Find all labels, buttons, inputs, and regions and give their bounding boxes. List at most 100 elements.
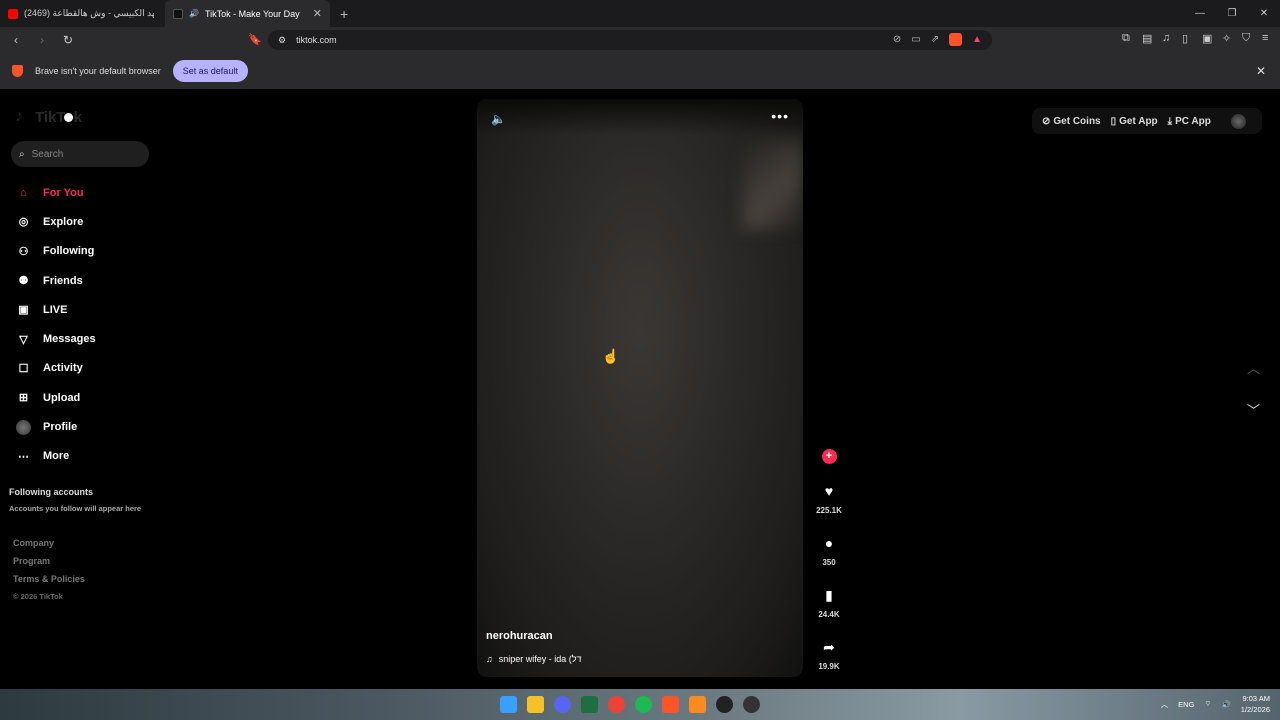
restore-icon[interactable]: ❐ — [1216, 0, 1248, 27]
system-tray: ︿ ENG ⌔ 🔊 9:03 AM 1/2/2026 — [1161, 693, 1270, 715]
sidebar-item-for-you[interactable]: ⌂ For You — [16, 178, 96, 207]
share-count: 19.9K — [818, 662, 840, 671]
topright-bar: ⊘ Get Coins ▯ Get App ⤓ PC App — [1032, 108, 1262, 134]
following-accounts-subtitle: Accounts you follow will appear here — [9, 504, 142, 513]
comment-icon[interactable]: ● — [812, 535, 846, 553]
brave-shield-icon[interactable] — [949, 33, 963, 46]
footer-link-terms[interactable]: Terms & Policies — [13, 574, 85, 592]
menu-icon[interactable]: ≡ — [1262, 32, 1272, 45]
infobar-text: Brave isn't your default browser — [35, 66, 161, 76]
browser-toolbar: ‹ › ↻ 🔖 ⚙ tiktok.com ⊘ ▭ ⇗ ▲ ⧉ ▤ ♫ ▯ ▣ ✧… — [0, 27, 1280, 53]
home-icon: ⌂ — [20, 186, 27, 199]
bookmark-icon[interactable]: 🔖 — [248, 33, 262, 46]
lang-indicator[interactable]: ENG — [1178, 700, 1194, 709]
video-music[interactable]: ♫ sniper wifey - ida (דל — [486, 654, 582, 664]
get-app-button[interactable]: ▯ Get App — [1111, 116, 1158, 127]
footer-link-program[interactable]: Program — [13, 556, 85, 574]
sidebar-item-live[interactable]: ▣ LIVE — [16, 295, 96, 324]
set-default-button[interactable]: Set as default — [172, 60, 248, 82]
sidebar-item-friends[interactable]: ⚉ Friends — [16, 266, 96, 295]
tiktok-logo[interactable]: ♪ TikTok — [15, 108, 82, 126]
app-icon[interactable] — [689, 696, 706, 713]
sidebar-item-label: Following — [43, 245, 95, 258]
clock[interactable]: 9:03 AM 1/2/2026 — [1241, 693, 1270, 715]
sidebar-item-label: For You — [43, 186, 84, 199]
media-off-icon[interactable]: ⊘ — [893, 34, 901, 45]
cast-icon[interactable]: ▭ — [911, 34, 920, 45]
sidebar-icon[interactable]: ▯ — [1182, 32, 1192, 45]
new-tab-button[interactable]: + — [340, 6, 348, 22]
minimize-icon[interactable]: — — [1184, 0, 1216, 27]
sidebar-item-more[interactable]: ⋯ More — [16, 442, 96, 471]
forward-icon[interactable]: › — [32, 33, 52, 47]
brave-icon[interactable] — [662, 696, 679, 713]
vpn-icon[interactable]: ⛉ — [1242, 32, 1252, 45]
copyright: © 2026 TikTok — [13, 592, 63, 601]
media-icon[interactable]: ♫ — [1162, 32, 1172, 45]
tiktok-note-icon: ♪ — [15, 108, 23, 125]
windows-start-icon[interactable] — [500, 696, 517, 713]
bookmark-save-icon[interactable]: ▮ — [812, 587, 846, 605]
address-bar[interactable]: ⚙ tiktok.com ⊘ ▭ ⇗ ▲ — [268, 30, 992, 50]
avatar — [16, 419, 31, 435]
sidebar-item-label: Upload — [43, 391, 81, 404]
sidebar-item-activity[interactable]: ☐ Activity — [16, 354, 96, 383]
profile-avatar[interactable] — [1230, 113, 1246, 129]
wifi-icon[interactable]: ⌔ — [1204, 699, 1211, 709]
heart-icon[interactable]: ♥ — [812, 483, 846, 501]
tab-label: TikTok - Make Your Day — [204, 8, 300, 19]
volume-icon[interactable]: 🔈 — [491, 112, 506, 126]
discord-icon[interactable] — [554, 696, 571, 713]
rewards-icon[interactable]: ▲ — [972, 34, 982, 45]
close-infobar-icon[interactable]: ✕ — [1256, 64, 1266, 78]
search-input[interactable]: ⌕ Search — [11, 141, 149, 167]
close-window-icon[interactable]: ✕ — [1248, 0, 1280, 27]
volume-tray-icon[interactable]: 🔊 — [1221, 700, 1230, 709]
comment-count: 350 — [822, 558, 836, 567]
tab-search-icon[interactable]: ▤ — [1142, 32, 1152, 45]
chevron-up-icon[interactable]: ︿ — [1247, 358, 1260, 377]
follow-plus-button[interactable]: + — [821, 449, 837, 464]
leo-icon[interactable]: ✧ — [1222, 32, 1232, 45]
obs-icon[interactable] — [716, 696, 733, 713]
site-info-icon[interactable]: ⚙ — [278, 35, 286, 46]
search-icon: ⌕ — [19, 148, 25, 160]
record-app-icon[interactable] — [743, 696, 760, 713]
more-options-icon[interactable]: ••• — [771, 108, 789, 124]
footer-link-company[interactable]: Company — [13, 538, 85, 556]
sidebar-item-following[interactable]: ⚇ Following — [16, 237, 96, 266]
chevron-down-icon[interactable]: ﹀ — [1247, 400, 1260, 419]
sidebar-item-upload[interactable]: ⊞ Upload — [16, 383, 96, 412]
share-arrow-icon[interactable]: ➦ — [812, 639, 846, 657]
speaker-icon: 🔊 — [189, 9, 199, 18]
phone-icon: ▯ — [1110, 115, 1117, 127]
extensions-icon[interactable]: ⧉ — [1122, 32, 1132, 45]
taskbar-apps — [500, 696, 760, 713]
sidebar-item-messages[interactable]: ▽ Messages — [16, 324, 95, 353]
sidebar-item-profile[interactable]: Profile — [16, 412, 96, 441]
chrome-icon[interactable] — [608, 696, 625, 713]
video-author[interactable]: nerohuracan — [486, 630, 553, 642]
video-top-gradient — [477, 99, 803, 135]
pc-app-button[interactable]: ⤓ PC App — [1168, 116, 1211, 127]
tab-tiktok[interactable]: 🔊 TikTok - Make Your Day ✕ — [165, 0, 330, 27]
excel-icon[interactable] — [581, 696, 598, 713]
sidebar-item-explore[interactable]: ◎ Explore — [16, 207, 96, 236]
spotify-icon[interactable] — [635, 696, 652, 713]
tiktok-page: ♪ TikTok ⌕ Search ⌂ For You ◎ Explore ⚇ … — [0, 89, 1280, 689]
file-explorer-icon[interactable] — [527, 696, 544, 713]
video-player[interactable]: 🔈 ••• nerohuracan ♫ sniper wifey - ida (… — [477, 99, 803, 677]
close-icon[interactable]: ✕ — [313, 7, 322, 20]
reload-icon[interactable]: ↻ — [58, 33, 78, 47]
tray-chevron-icon[interactable]: ︿ — [1161, 699, 1169, 710]
share-icon[interactable]: ⇗ — [931, 34, 939, 45]
wallet-icon[interactable]: ▣ — [1202, 32, 1212, 45]
hand-cursor-icon: ☝ — [602, 348, 620, 364]
compass-icon: ◎ — [18, 216, 29, 229]
tiktok-icon — [173, 8, 183, 19]
tab-youtube[interactable]: (2469) فهد الكبيسي - وش هالقطاعة (... — [0, 0, 165, 27]
back-icon[interactable]: ‹ — [6, 33, 26, 47]
download-icon: ⤓ — [1167, 115, 1173, 127]
more-icon: ⋯ — [18, 450, 29, 463]
get-coins-button[interactable]: ⊘ Get Coins — [1042, 116, 1101, 127]
